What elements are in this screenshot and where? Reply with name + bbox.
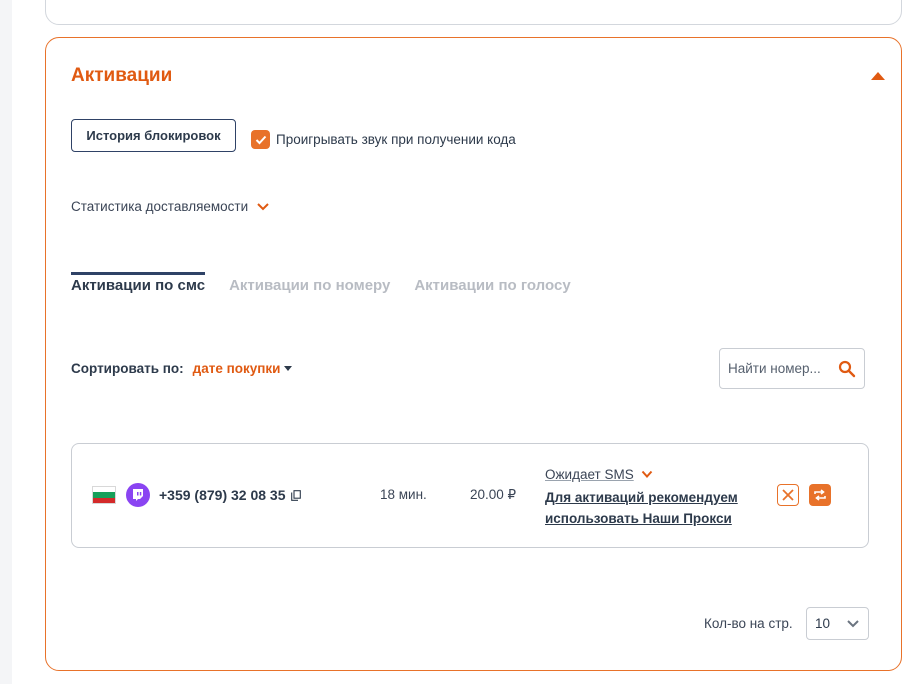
tab-sms-activations[interactable]: Активации по смс [71,272,206,294]
tab-voice-activations[interactable]: Активации по голосу [414,272,570,294]
delivery-stats-toggle[interactable]: Статистика доставляемости [71,199,270,214]
sort-dropdown[interactable]: дате покупки [193,361,281,376]
sound-checkbox[interactable] [251,130,270,149]
collapse-arrow-icon[interactable] [869,68,887,82]
activation-row: +359 (879) 32 08 35 18 мин. 20.00 ₽ Ожид… [71,443,869,548]
activation-tabs: Активации по смс Активации по номеру Акт… [71,272,595,294]
activation-price: 20.00 ₽ [470,487,517,502]
status-text: Ожидает SMS [545,467,634,482]
left-panel-edge [0,0,12,684]
tab-number-activations[interactable]: Активации по номеру [229,272,390,294]
sort-label: Сортировать по: [71,361,184,376]
twitch-icon [126,483,150,507]
caret-down-icon[interactable] [284,366,293,371]
activations-title: Активации [71,65,173,86]
per-page-label: Кол-во на стр. [704,616,793,631]
phone-number: +359 (879) 32 08 35 [159,487,286,503]
previous-section-card [45,0,902,25]
bulgaria-flag-icon [92,486,116,504]
proxy-recommendation-link[interactable]: Для активаций рекомендуем использовать Н… [545,487,760,529]
chevron-down-icon [641,470,652,478]
sort-control: Сортировать по: дате покупки [71,361,293,376]
sound-setting: Проигрывать звук при получении кода [251,130,516,149]
cancel-activation-button[interactable] [777,484,799,506]
repeat-icon [814,489,826,501]
chevron-down-icon [847,620,859,628]
per-page-value: 10 [815,616,831,631]
repeat-activation-button[interactable] [809,484,831,506]
search-input[interactable] [728,361,836,376]
status-toggle[interactable]: Ожидает SMS [545,467,653,482]
search-icon[interactable] [838,360,856,378]
delivery-stats-label: Статистика доставляемости [71,199,249,214]
copy-icon[interactable] [291,490,301,501]
per-page-select[interactable]: 10 [806,607,869,640]
block-history-button[interactable]: История блокировок [71,119,236,152]
sound-checkbox-label: Проигрывать звук при получении кода [276,132,516,147]
chevron-down-icon [257,202,269,210]
number-search [719,348,865,389]
activations-card: Активации История блокировок Проигрывать… [45,37,902,671]
checkmark-icon [255,135,266,144]
close-icon [782,489,794,501]
activation-time: 18 мин. [380,487,427,502]
